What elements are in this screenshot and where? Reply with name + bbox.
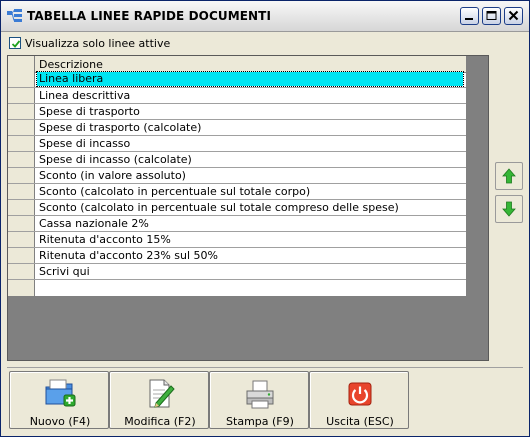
row-description: Scrivi qui bbox=[39, 265, 90, 278]
edit-button-label: Modifica (F2) bbox=[124, 415, 196, 428]
table-row[interactable]: Sconto (in valore assoluto) bbox=[8, 168, 466, 184]
title-bar: TABELLA LINEE RAPIDE DOCUMENTI bbox=[1, 1, 529, 32]
active-lines-checkbox[interactable] bbox=[9, 37, 21, 49]
row-indicator[interactable] bbox=[8, 184, 35, 199]
bottom-toolbar: Nuovo (F4) Modifica (F2) Stampa (F9) Usc… bbox=[7, 367, 523, 432]
row-indicator[interactable] bbox=[8, 264, 35, 279]
active-lines-label: Visualizza solo linee attive bbox=[25, 37, 171, 50]
row-description: Spese di trasporto (calcolate) bbox=[39, 121, 202, 134]
row-description: Sconto (calcolato in percentuale sul tot… bbox=[39, 201, 399, 214]
row-indicator[interactable] bbox=[8, 168, 35, 183]
row-description: Sconto (in valore assoluto) bbox=[39, 169, 186, 182]
row-indicator[interactable] bbox=[8, 120, 35, 135]
minimize-icon bbox=[465, 18, 473, 20]
row-indicator[interactable] bbox=[8, 232, 35, 247]
table-row[interactable]: Spese di trasporto bbox=[8, 104, 466, 120]
new-folder-icon bbox=[45, 379, 76, 407]
arrow-down-icon bbox=[502, 201, 516, 217]
move-down-button[interactable] bbox=[495, 195, 523, 223]
row-description: Spese di trasporto bbox=[39, 105, 140, 118]
table-row[interactable]: Spese di trasporto (calcolate) bbox=[8, 120, 466, 136]
table-row[interactable]: Cassa nazionale 2% bbox=[8, 216, 466, 232]
exit-button[interactable]: Uscita (ESC) bbox=[309, 371, 409, 429]
arrow-up-icon bbox=[502, 168, 516, 184]
print-button-label: Stampa (F9) bbox=[226, 415, 294, 428]
lines-grid[interactable]: Descrizione Linea libera Linea descrittiv… bbox=[8, 56, 466, 296]
minimize-button[interactable] bbox=[460, 7, 479, 25]
new-button-label: Nuovo (F4) bbox=[29, 415, 91, 428]
row-indicator-header bbox=[8, 56, 35, 72]
window-title: TABELLA LINEE RAPIDE DOCUMENTI bbox=[27, 9, 272, 23]
row-indicator[interactable] bbox=[8, 88, 35, 103]
row-description: Spese di incasso bbox=[39, 137, 131, 150]
move-up-button[interactable] bbox=[495, 162, 523, 190]
row-indicator[interactable] bbox=[8, 216, 35, 231]
row-description: Ritenuta d'acconto 23% sul 50% bbox=[39, 249, 219, 262]
row-indicator[interactable] bbox=[8, 152, 35, 167]
row-description: Cassa nazionale 2% bbox=[39, 217, 149, 230]
maximize-button[interactable] bbox=[482, 7, 501, 25]
edit-document-icon bbox=[149, 379, 175, 408]
dialog-window: TABELLA LINEE RAPIDE DOCUMENTI Visualizz… bbox=[0, 0, 530, 437]
row-indicator-blank bbox=[8, 280, 35, 296]
table-row[interactable]: Spese di incasso bbox=[8, 136, 466, 152]
row-indicator[interactable] bbox=[8, 200, 35, 215]
table-row[interactable]: Linea libera bbox=[8, 71, 466, 88]
printer-icon bbox=[246, 380, 274, 409]
maximize-icon bbox=[486, 11, 497, 20]
power-exit-icon bbox=[348, 382, 372, 406]
close-button[interactable] bbox=[504, 7, 523, 25]
exit-button-label: Uscita (ESC) bbox=[326, 415, 394, 428]
column-header-descrizione[interactable]: Descrizione bbox=[39, 58, 103, 71]
row-description: Linea libera bbox=[36, 71, 464, 87]
checkmark-icon bbox=[11, 40, 21, 48]
table-row[interactable]: Linea descrittiva bbox=[8, 88, 466, 104]
row-description: Linea descrittiva bbox=[39, 89, 131, 102]
row-indicator[interactable] bbox=[8, 104, 35, 119]
grid-header: Descrizione bbox=[8, 56, 466, 73]
print-button[interactable]: Stampa (F9) bbox=[209, 371, 309, 429]
table-row[interactable]: Ritenuta d'acconto 15% bbox=[8, 232, 466, 248]
row-description: Spese di incasso (calcolate) bbox=[39, 153, 192, 166]
row-description: Ritenuta d'acconto 15% bbox=[39, 233, 171, 246]
edit-button[interactable]: Modifica (F2) bbox=[109, 371, 209, 429]
table-row[interactable]: Spese di incasso (calcolate) bbox=[8, 152, 466, 168]
table-row[interactable]: Scrivi qui bbox=[8, 264, 466, 280]
row-indicator[interactable] bbox=[8, 248, 35, 263]
lines-grid-panel: Descrizione Linea libera Linea descrittiv… bbox=[7, 55, 489, 361]
row-description: Sconto (calcolato in percentuale sul tot… bbox=[39, 185, 311, 198]
row-indicator[interactable] bbox=[8, 72, 35, 87]
table-row[interactable]: Sconto (calcolato in percentuale sul tot… bbox=[8, 200, 466, 216]
app-table-icon bbox=[7, 9, 22, 22]
row-indicator[interactable] bbox=[8, 136, 35, 151]
table-row[interactable]: Sconto (calcolato in percentuale sul tot… bbox=[8, 184, 466, 200]
close-icon bbox=[508, 10, 519, 21]
table-row[interactable]: Ritenuta d'acconto 23% sul 50% bbox=[8, 248, 466, 264]
new-button[interactable]: Nuovo (F4) bbox=[9, 371, 109, 429]
